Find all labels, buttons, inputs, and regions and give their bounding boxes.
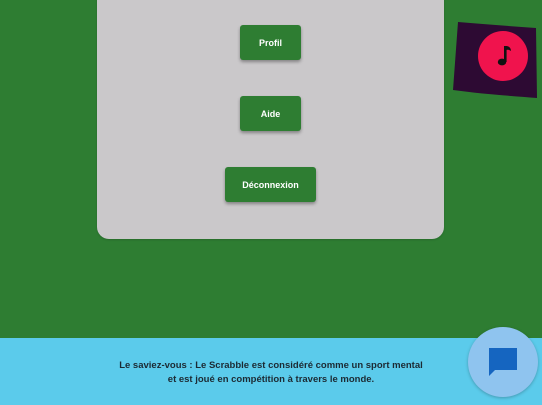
chat-button[interactable] bbox=[468, 327, 538, 397]
app-screen: Profil Aide Déconnexion Le saviez-vous :… bbox=[0, 0, 542, 405]
deconnexion-button[interactable]: Déconnexion bbox=[225, 167, 316, 202]
fun-fact-line-2: et est joué en compétition à travers le … bbox=[167, 374, 375, 385]
fun-fact-line-1: Le saviez-vous : Le Scrabble est considé… bbox=[119, 360, 423, 371]
chat-bubble-icon bbox=[489, 348, 517, 376]
aide-button[interactable]: Aide bbox=[240, 96, 301, 131]
music-toggle-button[interactable] bbox=[452, 22, 538, 98]
music-flag-icon bbox=[453, 22, 537, 98]
menu-card: Profil Aide Déconnexion bbox=[97, 0, 444, 239]
profil-button[interactable]: Profil bbox=[240, 25, 301, 60]
fun-fact-text: Le saviez-vous : Le Scrabble est considé… bbox=[0, 359, 542, 387]
footer-bar: Le saviez-vous : Le Scrabble est considé… bbox=[0, 338, 542, 405]
